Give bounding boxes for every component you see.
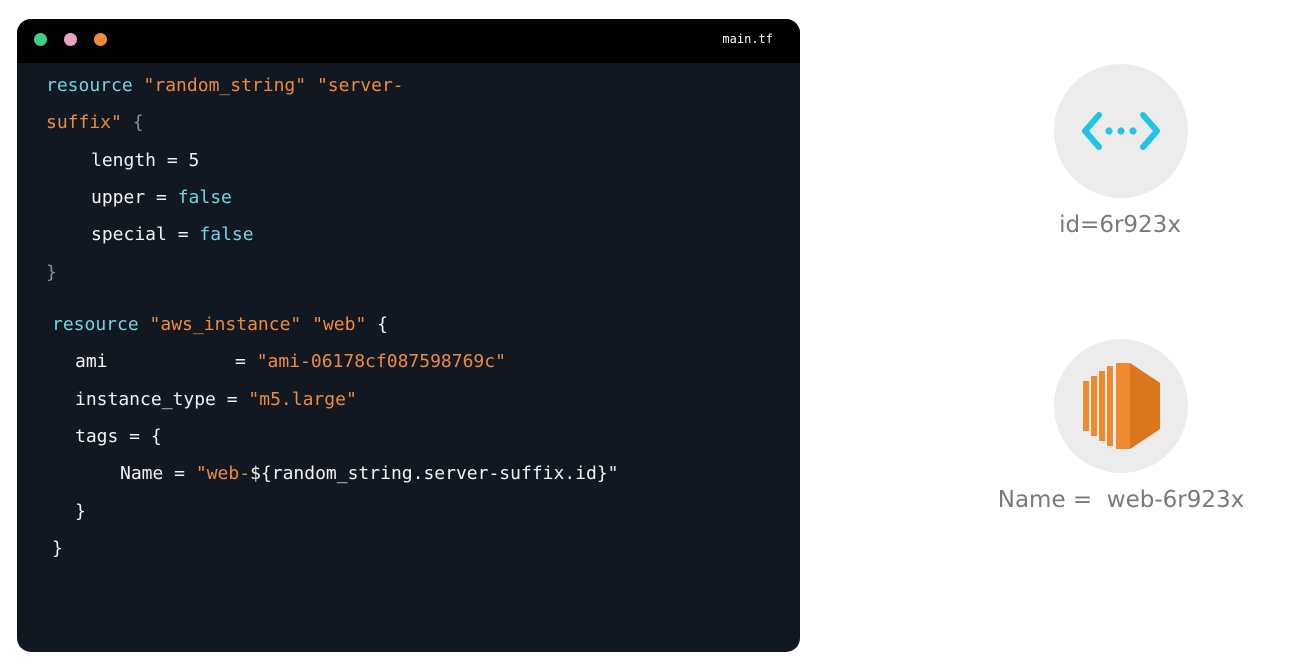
code-interpolation: ${random_string.server-suffix.id}" xyxy=(250,463,619,484)
window-dot-pink xyxy=(64,33,77,46)
code-line: } xyxy=(75,501,86,522)
code-line: upper = false xyxy=(91,186,232,210)
code-text: Name = xyxy=(120,463,186,484)
code-editor-window: main.tf resource "random_string" "server… xyxy=(17,19,800,652)
code-text: upper = xyxy=(91,187,167,208)
code-string: "web" xyxy=(312,314,367,335)
ec2-name-tag-label: Name = web-6r923x xyxy=(997,487,1245,513)
code-keyword: resource xyxy=(52,314,139,335)
code-string: "random_string" xyxy=(143,75,307,96)
code-line: Name = "web-${random_string.server-suffi… xyxy=(120,462,619,486)
code-boolean: false xyxy=(177,187,232,208)
ec2-instance-icon xyxy=(1083,363,1160,449)
code-line: resource "aws_instance" "web" { xyxy=(52,313,388,337)
random-string-badge xyxy=(1054,64,1188,198)
code-string: "ami-06178cf087598769c" xyxy=(256,351,506,372)
code-text: = xyxy=(235,351,246,372)
code-block: resource "random_string" "server- suffix… xyxy=(17,19,619,559)
code-string: "server- xyxy=(316,75,404,96)
code-line: resource "random_string" "server- xyxy=(46,74,404,98)
code-text: length xyxy=(91,150,157,171)
code-text: special = xyxy=(91,224,189,245)
code-line: } xyxy=(46,262,57,283)
code-string: "web- xyxy=(195,463,251,484)
code-boolean: false xyxy=(199,224,254,245)
random-string-id-label: id=6r923x xyxy=(1059,212,1181,238)
code-line: } xyxy=(52,538,63,559)
code-line: = "ami-06178cf087598769c" xyxy=(235,350,506,374)
code-line: special = false xyxy=(91,223,254,247)
editor-titlebar: main.tf xyxy=(17,19,800,63)
code-line: ami xyxy=(75,350,108,374)
random-string-icon xyxy=(1082,112,1160,150)
window-dot-orange xyxy=(94,33,107,46)
ec2-instance-badge xyxy=(1054,339,1188,473)
code-text: = 5 xyxy=(166,150,200,171)
code-text: ami xyxy=(75,351,108,372)
code-keyword: resource xyxy=(46,75,133,96)
code-string: "m5.large" xyxy=(248,389,357,410)
code-brace: { xyxy=(377,314,388,335)
code-string: suffix" xyxy=(46,112,122,133)
code-string: "aws_instance" xyxy=(149,314,302,335)
code-line: suffix" { xyxy=(46,111,144,135)
code-line: length = 5 xyxy=(91,149,199,173)
code-line: instance_type = "m5.large" xyxy=(75,388,357,412)
code-line: tags = { xyxy=(75,426,162,447)
editor-filename: main.tf xyxy=(722,32,773,46)
code-brace: { xyxy=(132,112,144,133)
code-text: instance_type = xyxy=(75,389,238,410)
